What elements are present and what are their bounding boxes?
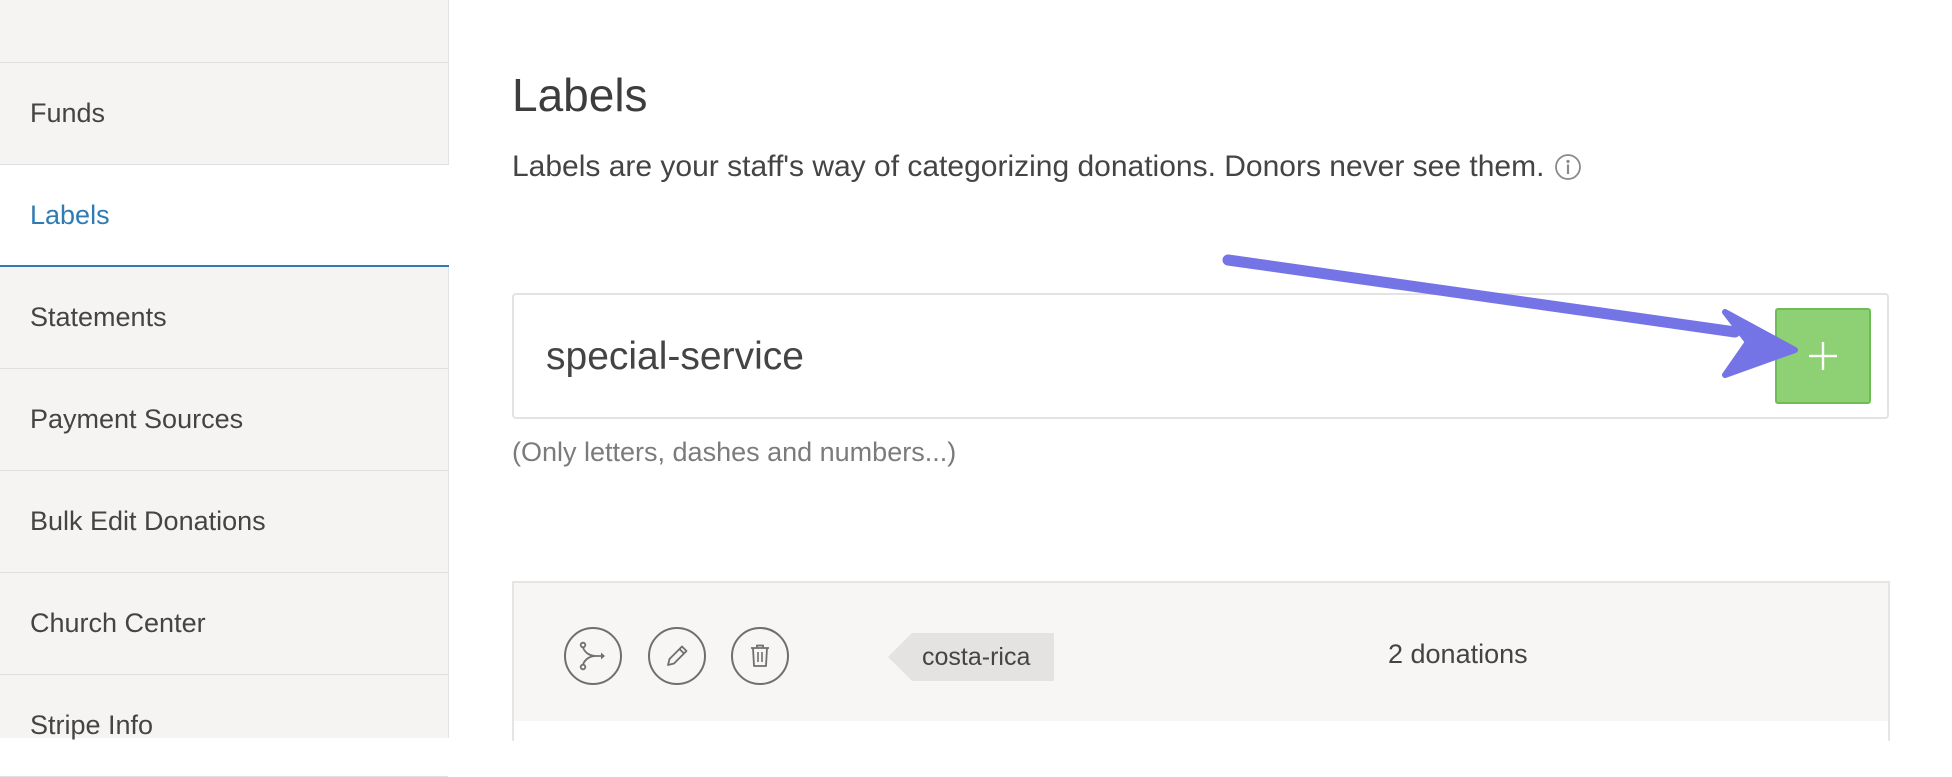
sidebar-top-spacer [0,0,448,63]
sidebar-item-funds[interactable]: Funds [0,63,448,165]
label-tag: costa-rica [888,633,1055,681]
sidebar-item-label: Church Center [30,608,206,638]
page-description: Labels are your staff's way of categoriz… [512,150,1582,184]
edit-label-button[interactable] [648,627,706,685]
row-divider [514,721,1888,743]
sidebar-item-label: Payment Sources [30,404,244,434]
sidebar-item-statements[interactable]: Statements [0,267,448,369]
sidebar-item-payment-sources[interactable]: Payment Sources [0,369,448,471]
merge-label-button[interactable] [564,627,622,685]
sidebar-item-bulk-edit-donations[interactable]: Bulk Edit Donations [0,471,448,573]
add-label-button[interactable] [1775,308,1871,404]
sidebar-item-label: Funds [30,98,106,128]
sidebar-item-label: Stripe Info [30,710,154,740]
sidebar-item-stripe-info[interactable]: Stripe Info [0,675,448,777]
new-label-input[interactable] [544,319,1748,395]
info-icon[interactable] [1554,153,1582,181]
sidebar-item-label: Labels [30,199,110,230]
merge-icon [579,641,605,671]
label-tag-name: costa-rica [912,633,1055,681]
page-title: Labels [512,69,648,121]
sidebar-item-labels[interactable]: Labels [0,165,449,267]
donation-count[interactable]: 2 donations [1388,639,1528,670]
pencil-icon [667,645,688,666]
plus-icon [1809,342,1837,370]
tag-point [888,633,912,681]
main-content: Labels Labels are your staff's way of ca… [512,0,1952,743]
sidebar: Funds Labels Statements Payment Sources … [0,0,449,777]
sidebar-item-label: Bulk Edit Donations [30,506,266,536]
input-hint: (Only letters, dashes and numbers...) [512,437,957,467]
page-description-text: Labels are your staff's way of categoriz… [512,150,1545,183]
trash-icon [751,644,769,667]
sidebar-item-label: Statements [30,302,167,332]
label-row: costa-rica 2 donations [512,581,1890,743]
sidebar-item-church-center[interactable]: Church Center [0,573,448,675]
delete-label-button[interactable] [731,627,789,685]
new-label-form [512,293,1889,419]
